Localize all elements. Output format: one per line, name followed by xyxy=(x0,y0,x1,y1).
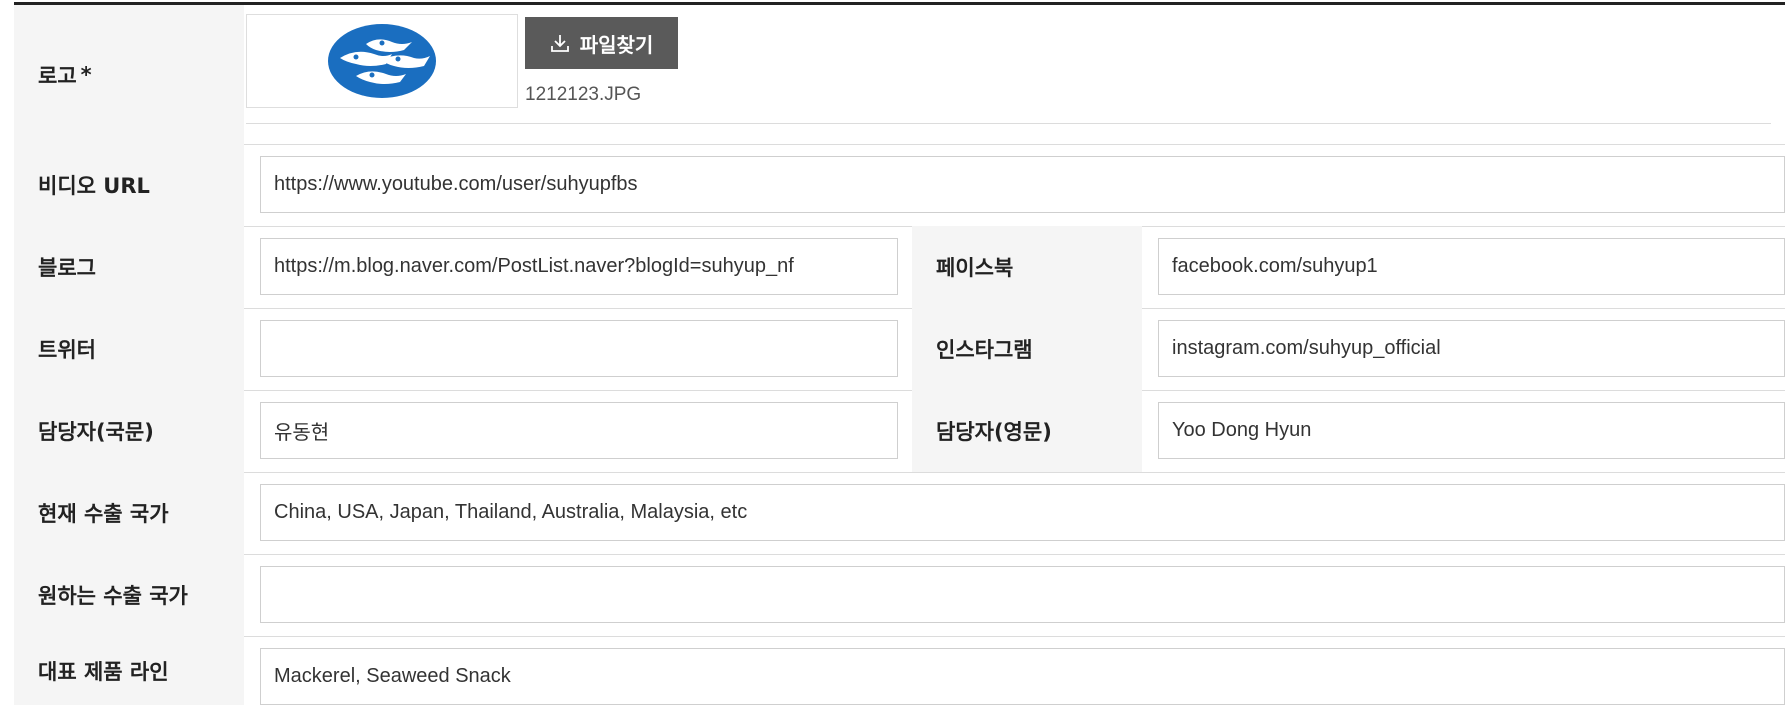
contact-ko-input[interactable]: 유동현 xyxy=(260,402,898,459)
desired-export-row: 원하는 수출 국가 xyxy=(14,554,1785,637)
instagram-label: 인스타그램 xyxy=(912,308,1142,390)
twitter-input[interactable] xyxy=(260,320,898,377)
main-products-input[interactable]: Mackerel, Seaweed Snack xyxy=(260,648,1785,705)
desired-export-label: 원하는 수출 국가 xyxy=(14,554,244,636)
facebook-label: 페이스북 xyxy=(912,226,1142,308)
contact-en-input[interactable]: Yoo Dong Hyun xyxy=(1158,402,1785,459)
logo-label: 로고 xyxy=(38,63,77,88)
logo-divider xyxy=(246,123,1771,124)
required-mark: * xyxy=(80,62,92,87)
main-products-label: 대표 제품 라인 xyxy=(14,636,244,705)
file-browse-label: 파일찾기 xyxy=(579,32,654,57)
facebook-input[interactable]: facebook.com/suhyup1 xyxy=(1158,238,1785,295)
instagram-input[interactable]: instagram.com/suhyup_official xyxy=(1158,320,1785,377)
file-name: 1212123.JPG xyxy=(525,84,642,105)
current-export-input[interactable]: China, USA, Japan, Thailand, Australia, … xyxy=(260,484,1785,541)
contact-row: 담당자(국문) 유동현 담당자(영문) Yoo Dong Hyun xyxy=(14,390,1785,473)
company-logo-image xyxy=(328,24,436,98)
blog-facebook-row: 블로그 https://m.blog.naver.com/PostList.na… xyxy=(14,226,1785,309)
video-url-row: 비디오 URL https://www.youtube.com/user/suh… xyxy=(14,144,1785,227)
logo-label-cell: 로고 * xyxy=(14,5,244,144)
blog-label: 블로그 xyxy=(14,226,244,308)
blog-input[interactable]: https://m.blog.naver.com/PostList.naver?… xyxy=(260,238,898,295)
file-browse-button[interactable]: 파일찾기 xyxy=(525,17,678,69)
desired-export-input[interactable] xyxy=(260,566,1785,623)
twitter-label: 트위터 xyxy=(14,308,244,390)
main-products-row: 대표 제품 라인 Mackerel, Seaweed Snack xyxy=(14,636,1785,705)
current-export-label: 현재 수출 국가 xyxy=(14,472,244,554)
contact-ko-label: 담당자(국문) xyxy=(14,390,244,472)
logo-preview xyxy=(246,14,518,108)
current-export-row: 현재 수출 국가 China, USA, Japan, Thailand, Au… xyxy=(14,472,1785,555)
download-icon xyxy=(550,35,569,52)
twitter-instagram-row: 트위터 인스타그램 instagram.com/suhyup_official xyxy=(14,308,1785,391)
contact-en-label: 담당자(영문) xyxy=(912,390,1142,472)
video-url-input[interactable]: https://www.youtube.com/user/suhyupfbs xyxy=(260,156,1785,213)
video-url-label: 비디오 URL xyxy=(14,144,244,226)
